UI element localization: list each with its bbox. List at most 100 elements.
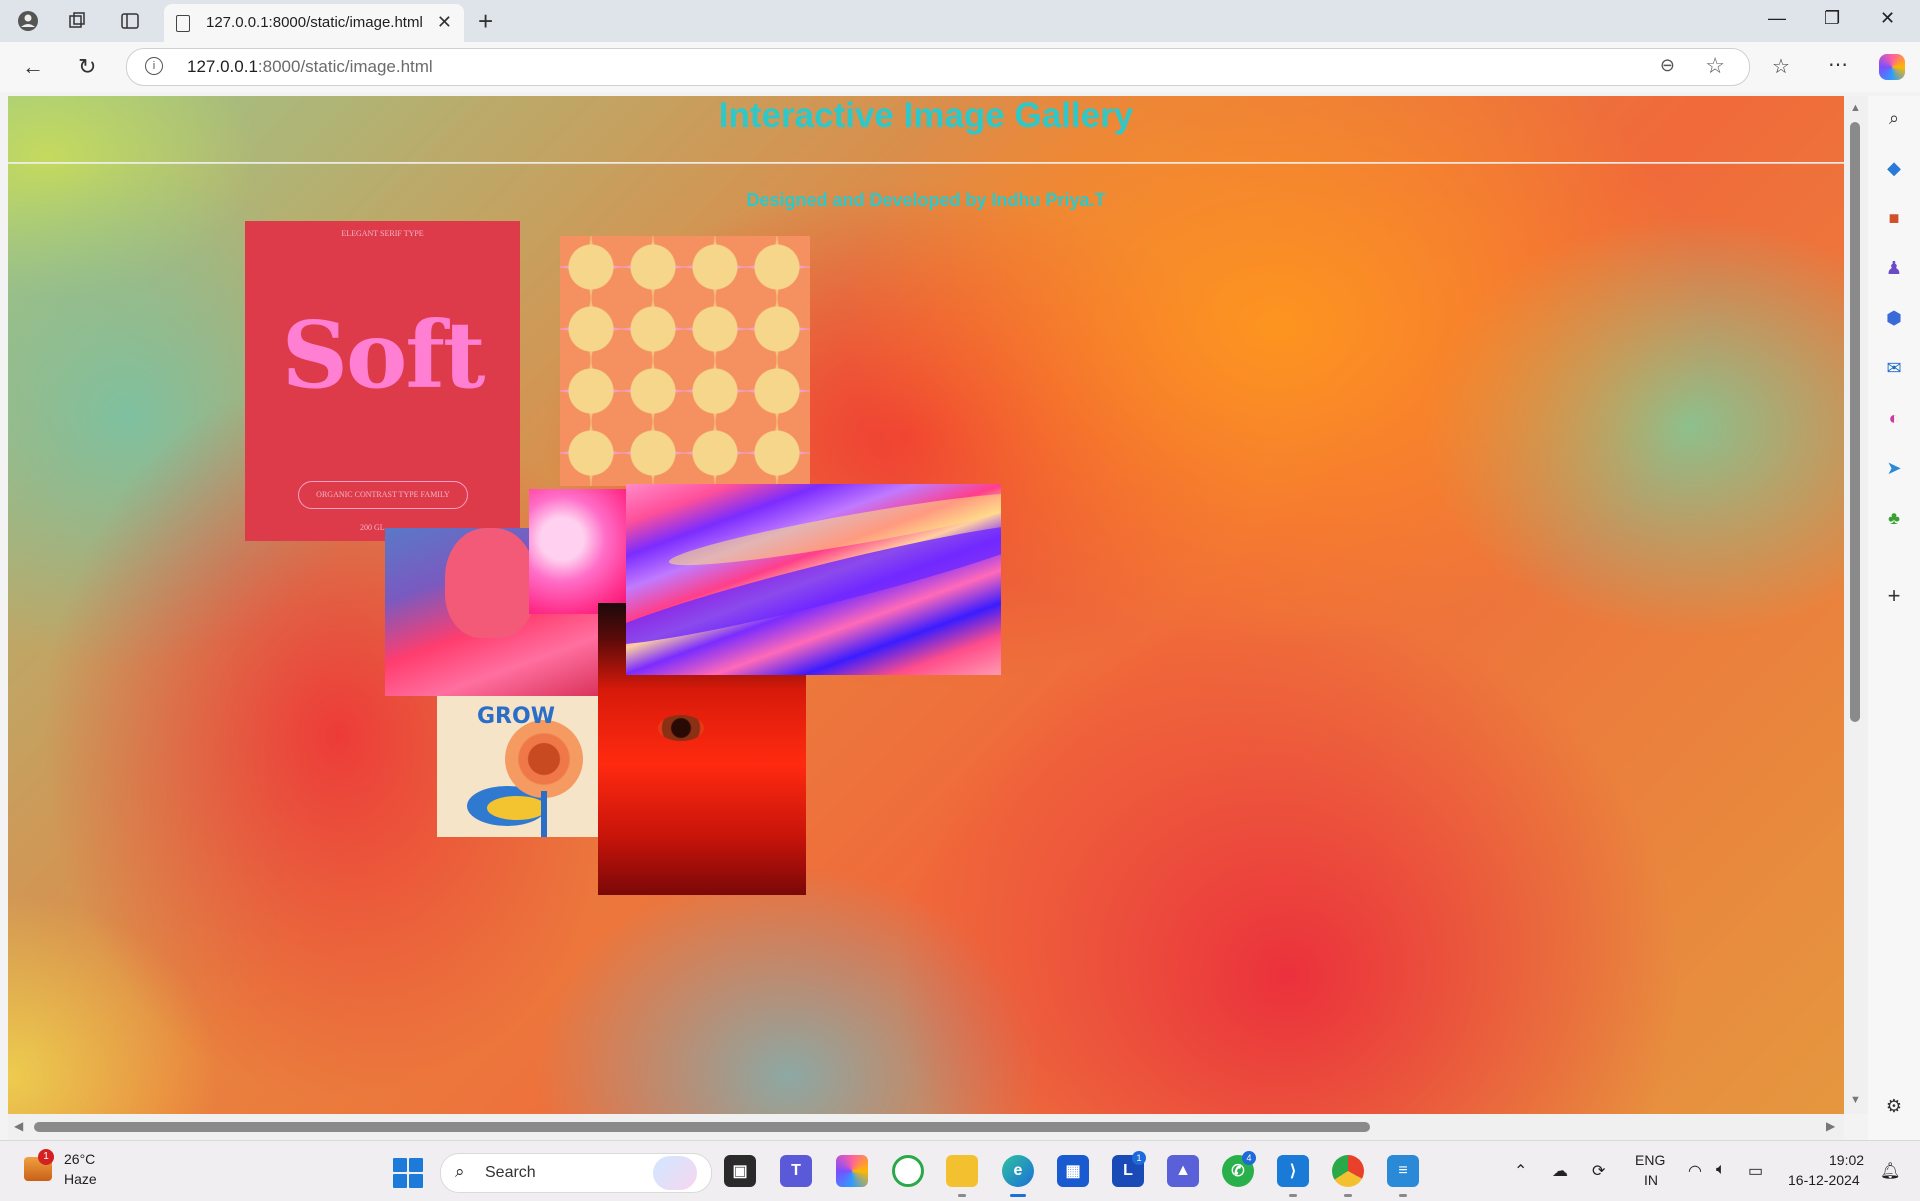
favorite-star-icon[interactable]: ☆ — [1705, 53, 1725, 79]
profile-icon[interactable] — [16, 9, 40, 33]
l-app-badge: 1 — [1132, 1151, 1146, 1165]
start-windows-icon[interactable] — [393, 1158, 423, 1188]
url-text[interactable]: 127.0.0.1:8000/static/image.html — [187, 57, 433, 77]
scroll-left-arrow-icon[interactable]: ◀ — [14, 1119, 23, 1133]
tools-briefcase-icon[interactable]: ■ — [1882, 206, 1906, 230]
chrome-running-indicator — [1344, 1194, 1352, 1197]
soft-poster-image[interactable]: ELEGANT SERIF TYPE Soft ORGANIC CONTRAST… — [245, 221, 520, 541]
tab-title: 127.0.0.1:8000/static/image.html — [206, 14, 423, 31]
eye-iris-shape — [658, 715, 704, 741]
teams-icon[interactable]: T — [780, 1155, 812, 1187]
refresh-app-icon[interactable] — [892, 1155, 924, 1187]
clock-time[interactable]: 19:02 — [1829, 1152, 1864, 1168]
page-viewport: Interactive Image Gallery Designed and D… — [8, 96, 1844, 1114]
notepad-icon[interactable]: ≡ — [1387, 1155, 1419, 1187]
close-tab-icon[interactable]: ✕ — [437, 12, 452, 33]
weather-badge: 1 — [38, 1149, 54, 1165]
url-path: :8000/static/image.html — [257, 57, 433, 76]
active-tab[interactable]: 127.0.0.1:8000/static/image.html ✕ — [164, 4, 464, 42]
sunflower-shape — [505, 720, 583, 798]
onedrive-icon[interactable]: ☁ — [1552, 1161, 1568, 1181]
restore-icon[interactable]: ❐ — [1824, 8, 1840, 29]
minimize-icon[interactable]: — — [1768, 8, 1786, 29]
settings-gear-icon[interactable]: ⚙ — [1882, 1094, 1906, 1118]
file-explorer-running-indicator — [958, 1194, 966, 1197]
scroll-down-arrow-icon[interactable]: ▼ — [1850, 1094, 1861, 1106]
poster-headline: Soft — [281, 301, 486, 409]
back-icon[interactable]: ← — [22, 54, 44, 80]
designer-icon[interactable]: ◐ — [1882, 406, 1906, 430]
scroll-right-arrow-icon[interactable]: ▶ — [1826, 1119, 1835, 1133]
new-tab-icon[interactable]: + — [478, 6, 493, 37]
poster-pill-text: ORGANIC CONTRAST TYPE FAMILY — [298, 481, 468, 509]
taskbar-search-box[interactable]: ⌕ Search — [440, 1153, 712, 1193]
games-icon[interactable]: ♟ — [1882, 256, 1906, 280]
workspaces-icon[interactable] — [65, 9, 89, 33]
clock-date[interactable]: 16-12-2024 — [1788, 1172, 1860, 1188]
task-view-icon[interactable]: ▣ — [724, 1155, 756, 1187]
holographic-wave-image[interactable] — [626, 484, 1001, 675]
page-subtitle: Designed and Developed by Indhu Priya.T — [746, 190, 1106, 210]
grow-headline: GROW — [477, 704, 555, 729]
pink-swirl-image[interactable] — [529, 489, 639, 614]
shopping-tag-icon[interactable]: ◆ — [1882, 156, 1906, 180]
microsoft-365-icon[interactable]: ⬢ — [1882, 306, 1906, 330]
poster-top-text: ELEGANT SERIF TYPE — [341, 229, 424, 238]
search-icon: ⌕ — [455, 1162, 465, 1181]
search-icon[interactable]: ⌕ — [1882, 106, 1906, 130]
search-label: Search — [485, 1164, 536, 1181]
navigation-bar: ← ↻ i 127.0.0.1:8000/static/image.html ⊖… — [0, 42, 1920, 92]
copilot-app-icon[interactable] — [836, 1155, 868, 1187]
grow-leaf-shape-2 — [487, 796, 547, 820]
notepad-running-indicator — [1399, 1194, 1407, 1197]
volume-icon[interactable]: 🔈︎ — [1716, 1161, 1726, 1179]
vertical-scroll-thumb[interactable] — [1850, 122, 1860, 722]
reload-icon[interactable]: ↻ — [78, 54, 96, 80]
triangle-app-icon[interactable]: ▲ — [1167, 1155, 1199, 1187]
windows-taskbar: 1 26°C Haze ⌕ Search ▣ T e ▦ L 1 ▲ ✆ 4 ⟩… — [0, 1140, 1920, 1201]
language-line-1[interactable]: ENG — [1635, 1152, 1665, 1168]
browser-tab-strip: 127.0.0.1:8000/static/image.html ✕ + — ❐… — [0, 0, 1920, 42]
wifi-icon[interactable]: ◠ — [1688, 1161, 1702, 1181]
more-options-icon[interactable]: ⋯ — [1828, 52, 1848, 77]
vscode-icon[interactable]: ⟩ — [1277, 1155, 1309, 1187]
outlook-icon[interactable]: ✉ — [1882, 356, 1906, 380]
url-host: 127.0.0.1 — [187, 57, 258, 76]
portrait-face — [445, 528, 535, 638]
page-title: Interactive Image Gallery — [718, 96, 1134, 135]
add-sidebar-app-icon[interactable]: + — [1882, 583, 1906, 608]
vertical-scrollbar[interactable]: ▲ ▼ — [1844, 96, 1868, 1114]
language-line-2[interactable]: IN — [1644, 1172, 1658, 1188]
whatsapp-badge: 4 — [1242, 1151, 1256, 1165]
address-bar[interactable]: i 127.0.0.1:8000/static/image.html ⊖ ☆ — [126, 48, 1750, 86]
vertical-tabs-icon[interactable] — [118, 9, 142, 33]
geometric-pattern-image[interactable] — [560, 236, 810, 486]
send-icon[interactable]: ➤ — [1882, 456, 1906, 480]
battery-icon[interactable]: ▭ — [1748, 1161, 1763, 1181]
scroll-up-arrow-icon[interactable]: ▲ — [1850, 102, 1861, 114]
tree-icon[interactable]: ♣ — [1882, 506, 1906, 530]
page-favicon-icon — [176, 15, 190, 32]
store-icon[interactable]: ▦ — [1057, 1155, 1089, 1187]
weather-description[interactable]: Haze — [64, 1171, 97, 1187]
show-hidden-icons-chevron-icon[interactable]: ⌃ — [1514, 1161, 1527, 1181]
horizontal-scroll-thumb[interactable] — [34, 1122, 1370, 1132]
vscode-running-indicator — [1289, 1194, 1297, 1197]
weather-temperature[interactable]: 26°C — [64, 1151, 95, 1167]
grow-poster-image[interactable]: GROW — [437, 696, 607, 837]
chrome-icon[interactable] — [1332, 1155, 1364, 1187]
sunflower-stem — [541, 791, 547, 837]
file-explorer-icon[interactable] — [946, 1155, 978, 1187]
poster-footer-text: 200 GL — [360, 523, 385, 532]
close-window-icon[interactable]: ✕ — [1880, 8, 1895, 29]
title-divider — [8, 162, 1844, 163]
notification-bell-icon[interactable]: 🔔︎ — [1880, 1161, 1900, 1181]
zoom-out-icon[interactable]: ⊖ — [1660, 55, 1675, 76]
site-info-icon[interactable]: i — [145, 57, 163, 75]
search-highlight-image — [653, 1156, 697, 1190]
sync-icon[interactable]: ⟳ — [1592, 1161, 1605, 1181]
horizontal-scrollbar[interactable]: ◀ ▶ — [8, 1114, 1844, 1140]
copilot-icon[interactable] — [1879, 54, 1905, 80]
edge-browser-icon[interactable]: e — [1002, 1155, 1034, 1187]
favorites-icon[interactable]: ☆ — [1772, 54, 1790, 79]
